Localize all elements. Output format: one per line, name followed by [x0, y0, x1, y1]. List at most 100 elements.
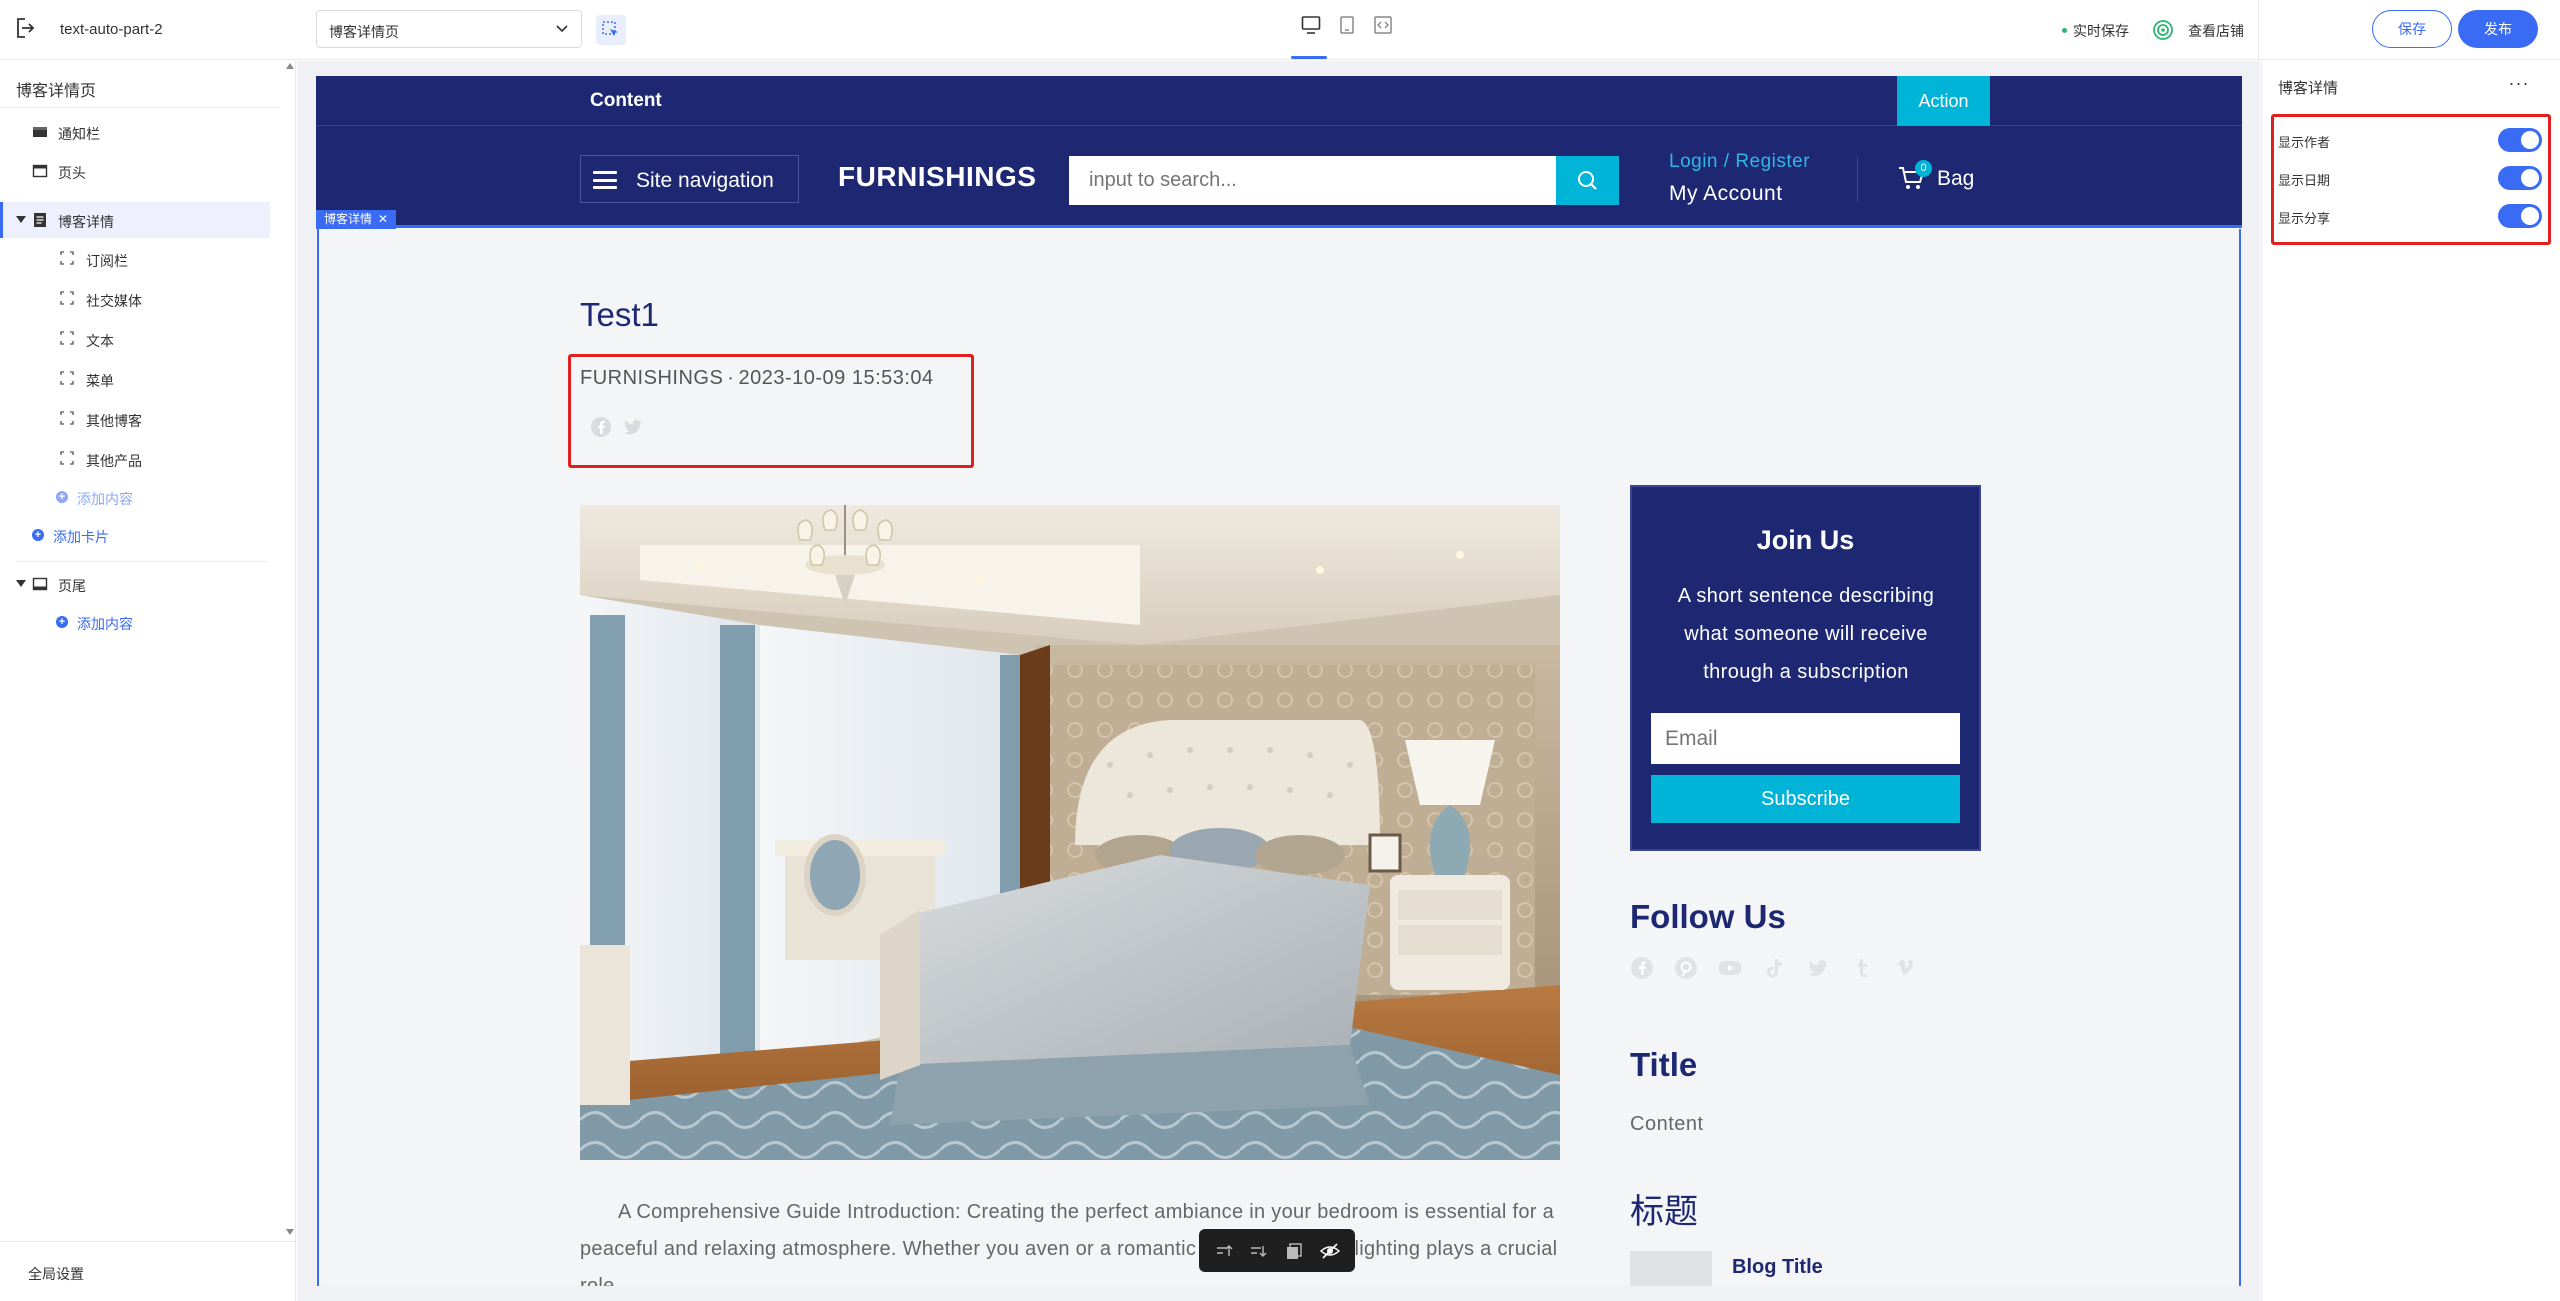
- blog-detail-icon: [32, 212, 48, 228]
- toggle-show-author: 显示作者: [2278, 125, 2542, 155]
- show-share-switch[interactable]: [2498, 204, 2542, 228]
- publish-button[interactable]: 发布: [2458, 10, 2538, 48]
- post-date: 2023-10-09 15:53:04: [738, 367, 934, 389]
- search-button[interactable]: [1556, 156, 1619, 205]
- add-card-button[interactable]: + 添加卡片: [0, 517, 270, 553]
- caret-down-icon[interactable]: [16, 580, 26, 587]
- post-body-text: A Comprehensive Guide Introduction: Crea…: [580, 1194, 1560, 1286]
- autosave-status: 实时保存: [2062, 21, 2129, 41]
- bag-label: Bag: [1937, 167, 1975, 190]
- scrollbar[interactable]: [284, 61, 296, 1241]
- facebook-icon[interactable]: [590, 416, 612, 438]
- chevron-down-icon: [555, 24, 569, 34]
- selected-section-tag[interactable]: 博客详情 ✕: [316, 210, 397, 229]
- footer-icon: [32, 576, 48, 592]
- code-view-icon[interactable]: [1368, 11, 1396, 39]
- email-field[interactable]: [1651, 713, 1960, 764]
- active-device-indicator: [1291, 56, 1327, 59]
- facebook-icon[interactable]: [1630, 956, 1654, 980]
- tablet-view-icon[interactable]: [1332, 11, 1360, 39]
- caret-down-icon[interactable]: [16, 216, 26, 223]
- youtube-icon[interactable]: [1718, 956, 1742, 980]
- section-icon: [60, 451, 74, 465]
- tree-item-label: 菜单: [86, 373, 114, 389]
- desktop-view-icon[interactable]: [1296, 11, 1324, 39]
- tree-item-social-media[interactable]: 社交媒体: [0, 281, 270, 317]
- status-dot: [2062, 27, 2067, 33]
- project-name: text-auto-part-2: [60, 21, 163, 38]
- exit-icon[interactable]: [13, 16, 35, 40]
- divider: [0, 107, 280, 108]
- my-account-link[interactable]: My Account: [1669, 182, 1783, 206]
- scrollbar[interactable]: [2242, 76, 2254, 1286]
- brand-logo[interactable]: FURNISHINGS: [838, 161, 1036, 193]
- switch-knob: [2521, 131, 2539, 149]
- site-header[interactable]: Site navigation FURNISHINGS Login / Regi…: [316, 126, 2242, 228]
- show-author-switch[interactable]: [2498, 128, 2542, 152]
- divider: [2258, 0, 2259, 60]
- tree-item-notification-bar[interactable]: 通知栏: [0, 114, 270, 150]
- search-input[interactable]: [1069, 156, 1556, 205]
- section-icon: [60, 331, 74, 345]
- close-icon[interactable]: ✕: [378, 212, 388, 226]
- tree-item-menu[interactable]: 菜单: [0, 361, 270, 397]
- login-register-link[interactable]: Login / Register: [1669, 151, 1810, 173]
- site-navigation-button[interactable]: Site navigation: [580, 155, 799, 203]
- tree-item-text[interactable]: 文本: [0, 321, 270, 357]
- sidebar-text-title: Title: [1630, 1046, 1698, 1083]
- scroll-down-icon[interactable]: [286, 1229, 294, 1235]
- section-tag-label: 博客详情: [324, 212, 373, 226]
- announcement-action-button[interactable]: Action: [1897, 76, 1990, 126]
- toggle-show-date: 显示日期: [2278, 163, 2542, 193]
- copy-icon[interactable]: [1283, 1240, 1305, 1262]
- autosave-label: 实时保存: [2073, 23, 2129, 39]
- toggle-label: 显示日期: [2278, 173, 2331, 188]
- vimeo-icon[interactable]: [1894, 956, 1918, 980]
- page-select[interactable]: 博客详情页: [316, 10, 582, 48]
- tree-item-other-products[interactable]: 其他产品: [0, 441, 270, 477]
- divider: [16, 561, 268, 562]
- tree-item-blog-detail[interactable]: 博客详情: [0, 202, 270, 238]
- tree-item-label: 通知栏: [58, 126, 100, 142]
- twitter-icon[interactable]: [622, 416, 644, 438]
- hide-icon[interactable]: [1319, 1240, 1341, 1262]
- announcement-bar[interactable]: Content Action: [316, 76, 2242, 126]
- other-blog-title[interactable]: Blog Title: [1732, 1256, 1823, 1279]
- post-author: FURNISHINGS: [580, 367, 724, 389]
- global-settings-button[interactable]: 全局设置: [0, 1241, 296, 1301]
- left-structure-panel: 博客详情页 通知栏 页头 博客详情 订阅栏 社交媒体 文本 菜单 其他博客 其他…: [0, 61, 296, 1301]
- add-content-label: 添加内容: [77, 491, 133, 507]
- search-icon: [1578, 171, 1597, 190]
- post-featured-image: [580, 505, 1560, 1160]
- site-navigation-label: Site navigation: [636, 169, 774, 192]
- header-icon: [32, 163, 48, 179]
- subscribe-button[interactable]: Subscribe: [1651, 775, 1960, 823]
- bag-count-badge: 0: [1915, 160, 1932, 177]
- top-toolbar: text-auto-part-2 博客详情页 实时保存 查看店铺 保存 发布: [0, 0, 2560, 60]
- tree-item-header[interactable]: 页头: [0, 153, 270, 189]
- follow-us-title: Follow Us: [1630, 898, 1786, 935]
- move-down-icon[interactable]: [1247, 1240, 1269, 1262]
- add-content-button[interactable]: + 添加内容: [0, 479, 270, 515]
- tree-item-footer[interactable]: 页尾: [0, 566, 270, 602]
- subscribe-title: Join Us: [1756, 525, 1855, 555]
- blog-thumbnail[interactable]: [1630, 1251, 1712, 1286]
- twitter-icon[interactable]: [1806, 956, 1830, 980]
- global-settings-label: 全局设置: [28, 1266, 84, 1282]
- add-card-label: 添加卡片: [53, 529, 109, 545]
- tree-item-label: 文本: [86, 333, 114, 349]
- add-content-button[interactable]: + 添加内容: [0, 604, 270, 640]
- move-up-icon[interactable]: [1213, 1240, 1235, 1262]
- save-button[interactable]: 保存: [2372, 10, 2452, 48]
- switch-knob: [2521, 207, 2539, 225]
- tree-item-other-blogs[interactable]: 其他博客: [0, 401, 270, 437]
- tumblr-icon[interactable]: [1850, 956, 1874, 980]
- page-select-value: 博客详情页: [329, 24, 399, 40]
- tree-item-subscribe-bar[interactable]: 订阅栏: [0, 241, 270, 277]
- tiktok-icon[interactable]: [1762, 956, 1786, 980]
- scroll-up-icon[interactable]: [286, 63, 294, 69]
- show-date-switch[interactable]: [2498, 166, 2542, 190]
- more-options-icon[interactable]: ···: [2506, 73, 2532, 93]
- element-select-tool[interactable]: [596, 15, 626, 45]
- pinterest-icon[interactable]: [1674, 956, 1698, 980]
